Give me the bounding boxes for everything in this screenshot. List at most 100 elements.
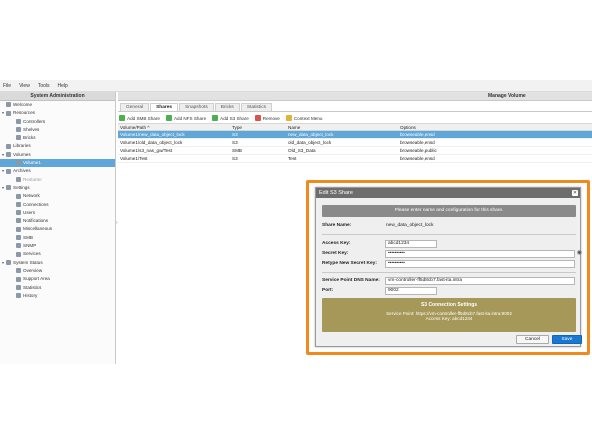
sidebar-item-libraries[interactable]: Libraries [0, 142, 115, 150]
sidebar-item-label: Settings [13, 184, 30, 190]
column-volume-path[interactable]: Volume/Path ^ [118, 124, 230, 130]
manage-volume-title: Manage Volume [118, 92, 592, 101]
sidebar-item-welcome[interactable]: Welcome [0, 101, 115, 109]
sidebar-item-miscellaneous[interactable]: Miscellaneous [0, 225, 115, 233]
dns-name-input[interactable]: vm-controller-ff5d8cb7.fast-ita.intra [385, 277, 575, 285]
tab-statistics[interactable]: Statistics [240, 103, 273, 111]
add-icon [119, 115, 125, 121]
remove-button[interactable]: Remove [254, 115, 280, 121]
sidebar-item-settings[interactable]: ▾ Settings [0, 184, 115, 192]
table-cell: S3 [232, 156, 238, 161]
column-name[interactable]: Name [286, 124, 398, 130]
table-cell: browseable,ensd [400, 140, 435, 145]
sidebar-item-support-area[interactable]: Support Area [0, 275, 115, 283]
tab-general[interactable]: General [120, 103, 150, 111]
volume-tabs: General Shares Snapshots Bricks Statistics [118, 103, 592, 112]
sidebar-item-services[interactable]: Services [0, 250, 115, 258]
sidebar-item-resources[interactable]: ▾ Resources [0, 109, 115, 117]
sidebar-item-smb[interactable]: SMB [0, 234, 115, 242]
sidebar-item-controllers[interactable]: Controllers [0, 118, 115, 126]
sidebar-item-restarter[interactable]: Restarter [0, 176, 115, 184]
cancel-button[interactable]: Cancel [516, 335, 549, 344]
remove-icon [254, 115, 261, 121]
retype-secret-key-input[interactable]: •••••••••• [385, 260, 575, 268]
add-smb-share-button[interactable]: Add SMB Share [119, 115, 160, 121]
menu-file[interactable]: File [3, 83, 11, 89]
sidebar-item-notifications[interactable]: Notifications [0, 217, 115, 225]
close-icon[interactable]: ✕ [572, 190, 578, 196]
show-password-eye-icon[interactable]: ◉ [577, 250, 582, 257]
sidebar-item-system-status[interactable]: ▾ System Status [0, 259, 115, 267]
column-type[interactable]: Type [230, 124, 286, 130]
tab-shares[interactable]: Shares [150, 103, 179, 111]
server-icon [16, 118, 21, 124]
sidebar-item-archives[interactable]: ▾ Archives [0, 167, 115, 175]
table-cell: old_data_object_lock [288, 140, 332, 145]
bell-icon [16, 218, 21, 224]
table-row[interactable]: Volume1/new_data_object_lock S3 new_data_o… [118, 131, 592, 139]
divider [322, 272, 576, 273]
sidebar-item-label: SNMP [23, 243, 37, 249]
save-button[interactable]: Save [552, 335, 582, 344]
add-nfs-share-button[interactable]: Add NFS Share [165, 115, 206, 121]
tab-snapshots[interactable]: Snapshots [179, 103, 214, 111]
folder-icon [6, 152, 11, 158]
misc-icon [16, 226, 21, 232]
table-cell: Test [288, 156, 297, 161]
s3-connection-settings-panel: S3 Connection Settings Service Point: ht… [322, 298, 576, 332]
context-menu-button[interactable]: Context Menu [285, 115, 322, 121]
table-cell: Volume1/s3_nas_gw/Test [120, 148, 173, 153]
menu-help[interactable]: Help [58, 83, 68, 89]
toolbar-button-label: Remove [262, 115, 280, 121]
sidebar-item-label: Volumes [13, 151, 31, 157]
sidebar-item-volumes[interactable]: ▾ Volumes [0, 151, 115, 159]
sidebar-item-label: Services [23, 251, 41, 257]
table-cell: browseable,ensd [400, 132, 435, 137]
add-s3-share-button[interactable]: Add S3 Share [212, 115, 249, 121]
sidebar-item-network[interactable]: Network [0, 192, 115, 200]
sidebar-item-bricks[interactable]: Bricks [0, 134, 115, 142]
sidebar-item-shelves[interactable]: Shelves [0, 126, 115, 134]
column-options[interactable]: Options [398, 124, 588, 130]
sidebar-item-volume1[interactable]: Volume1 [0, 159, 115, 168]
services-icon [16, 251, 21, 257]
table-cell: S3 [232, 132, 238, 137]
sidebar-item-history[interactable]: History [0, 292, 115, 300]
library-icon [6, 143, 11, 149]
access-key-input[interactable]: abcd1234 [385, 240, 437, 248]
sidebar-item-overview[interactable]: Overview [0, 267, 115, 275]
toolbar-button-label: Add S3 Share [220, 115, 249, 121]
snmp-icon [16, 243, 21, 249]
history-icon [16, 293, 21, 299]
menu-view[interactable]: View [19, 83, 30, 89]
add-icon [212, 115, 219, 121]
shares-table-header: Volume/Path ^ Type Name Options [118, 123, 592, 131]
sidebar-item-snmp[interactable]: SNMP [0, 242, 115, 250]
eye-icon [16, 268, 21, 274]
tab-bricks[interactable]: Bricks [214, 103, 240, 111]
sidebar-item-statistics[interactable]: Statistics [0, 284, 115, 292]
edit-s3-share-dialog: Edit S3 Share ✕ Please enter name and co… [315, 187, 582, 347]
sidebar-item-label: Overview [23, 267, 43, 273]
table-cell: Old_S3_Data [288, 148, 316, 153]
toolbar-button-label: Add SMB Share [127, 115, 160, 121]
connection-icon [16, 201, 21, 207]
port-input[interactable]: 9002 [385, 287, 437, 295]
sidebar-item-users[interactable]: Users [0, 209, 115, 217]
sidebar-item-label: Restarter [23, 176, 42, 182]
access-key-row: Access Key: abcd1234 [322, 240, 578, 248]
table-row[interactable]: Volume1/Test S3 Test browseable,ensd [118, 155, 592, 163]
shelf-icon [16, 127, 21, 133]
navigation-header: System Administration [0, 92, 115, 101]
archive-icon [6, 168, 11, 174]
table-row[interactable]: Volume1/s3_nas_gw/Test SMB Old_S3_Data brow… [118, 147, 592, 155]
sidebar-item-label: Resources [13, 110, 35, 116]
table-row[interactable]: Volume1/old_data_object_lock S3 old_data_o… [118, 139, 592, 147]
dialog-titlebar: Edit S3 Share ✕ [316, 188, 580, 198]
menu-tools[interactable]: Tools [38, 83, 50, 89]
secret-key-input[interactable]: •••••••••• [385, 250, 575, 258]
connection-settings-title: S3 Connection Settings [420, 302, 478, 308]
sidebar-item-label: History [23, 292, 38, 298]
table-cell: browseable,ensd [400, 156, 435, 161]
sidebar-item-connections[interactable]: Connections [0, 201, 115, 209]
